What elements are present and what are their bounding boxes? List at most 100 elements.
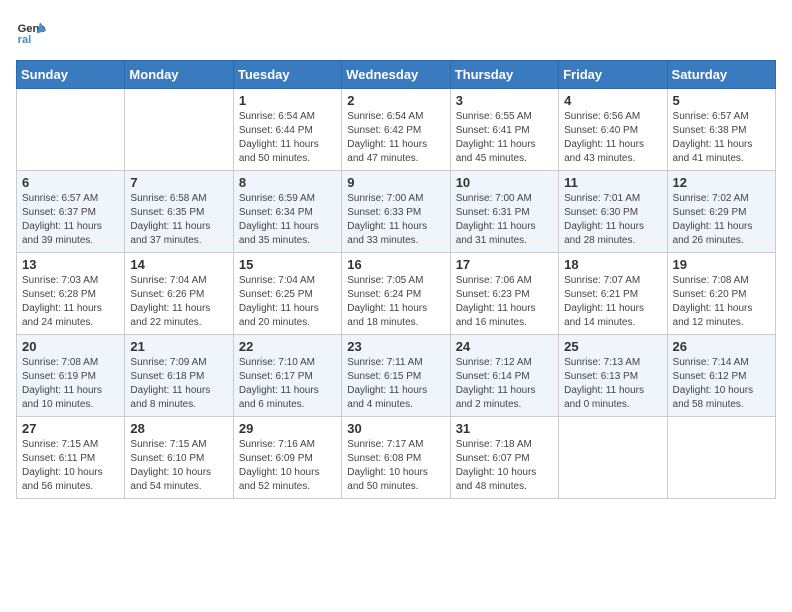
calendar-cell: 6 Sunrise: 6:57 AM Sunset: 6:37 PM Daylig… (17, 171, 125, 253)
weekday-header-tuesday: Tuesday (233, 61, 341, 89)
svg-text:ral: ral (18, 34, 32, 46)
day-info: Sunrise: 7:04 AM Sunset: 6:25 PM Dayligh… (239, 274, 336, 330)
day-info: Sunrise: 6:59 AM Sunset: 6:34 PM Dayligh… (239, 192, 336, 248)
day-info: Sunrise: 7:11 AM Sunset: 6:15 PM Dayligh… (347, 356, 444, 412)
day-number: 31 (456, 421, 553, 436)
day-info: Sunrise: 7:07 AM Sunset: 6:21 PM Dayligh… (564, 274, 661, 330)
day-info: Sunrise: 6:57 AM Sunset: 6:37 PM Dayligh… (22, 192, 119, 248)
day-info: Sunrise: 7:12 AM Sunset: 6:14 PM Dayligh… (456, 356, 553, 412)
calendar-cell: 20Sunrise: 7:08 AM Sunset: 6:19 PM Dayli… (17, 335, 125, 417)
calendar-cell: 27 Sunrise: 7:15 AM Sunset: 6:11 PM Dayli… (17, 417, 125, 499)
day-number: 25 (564, 339, 661, 354)
calendar-week-row: 1 Sunrise: 6:54 AM Sunset: 6:44 PM Daylig… (17, 89, 776, 171)
day-number: 12 (673, 175, 770, 190)
day-number: 9 (347, 175, 444, 190)
day-number: 3 (456, 93, 553, 108)
calendar-week-row: 20Sunrise: 7:08 AM Sunset: 6:19 PM Dayli… (17, 335, 776, 417)
calendar-cell: 10 Sunrise: 7:00 AM Sunset: 6:31 PM Dayli… (450, 171, 558, 253)
calendar-cell: 15 Sunrise: 7:04 AM Sunset: 6:25 PM Dayli… (233, 253, 341, 335)
calendar-cell: 8 Sunrise: 6:59 AM Sunset: 6:34 PM Daylig… (233, 171, 341, 253)
day-number: 6 (22, 175, 119, 190)
calendar-cell: 26 Sunrise: 7:14 AM Sunset: 6:12 PM Dayli… (667, 335, 775, 417)
calendar-cell: 18Sunrise: 7:07 AM Sunset: 6:21 PM Dayli… (559, 253, 667, 335)
calendar-cell: 12 Sunrise: 7:02 AM Sunset: 6:29 PM Dayli… (667, 171, 775, 253)
day-info: Sunrise: 7:10 AM Sunset: 6:17 PM Dayligh… (239, 356, 336, 412)
calendar-cell: 21 Sunrise: 7:09 AM Sunset: 6:18 PM Dayli… (125, 335, 233, 417)
weekday-header-thursday: Thursday (450, 61, 558, 89)
calendar-week-row: 13Sunrise: 7:03 AM Sunset: 6:28 PM Dayli… (17, 253, 776, 335)
day-info: Sunrise: 6:57 AM Sunset: 6:38 PM Dayligh… (673, 110, 770, 166)
day-info: Sunrise: 7:14 AM Sunset: 6:12 PM Dayligh… (673, 356, 770, 412)
logo-icon: Gene ral (16, 16, 48, 48)
day-number: 11 (564, 175, 661, 190)
day-info: Sunrise: 7:00 AM Sunset: 6:31 PM Dayligh… (456, 192, 553, 248)
day-info: Sunrise: 7:15 AM Sunset: 6:10 PM Dayligh… (130, 438, 227, 494)
day-info: Sunrise: 6:54 AM Sunset: 6:44 PM Dayligh… (239, 110, 336, 166)
day-number: 10 (456, 175, 553, 190)
page-header: Gene ral (16, 16, 776, 48)
calendar-cell: 19 Sunrise: 7:08 AM Sunset: 6:20 PM Dayli… (667, 253, 775, 335)
calendar-cell: 16Sunrise: 7:05 AM Sunset: 6:24 PM Dayli… (342, 253, 450, 335)
day-info: Sunrise: 6:58 AM Sunset: 6:35 PM Dayligh… (130, 192, 227, 248)
day-number: 20 (22, 339, 119, 354)
day-info: Sunrise: 6:54 AM Sunset: 6:42 PM Dayligh… (347, 110, 444, 166)
day-number: 2 (347, 93, 444, 108)
calendar-cell: 2 Sunrise: 6:54 AM Sunset: 6:42 PM Daylig… (342, 89, 450, 171)
day-info: Sunrise: 7:02 AM Sunset: 6:29 PM Dayligh… (673, 192, 770, 248)
day-number: 16 (347, 257, 444, 272)
calendar-cell: 30 Sunrise: 7:17 AM Sunset: 6:08 PM Dayli… (342, 417, 450, 499)
day-info: Sunrise: 7:18 AM Sunset: 6:07 PM Dayligh… (456, 438, 553, 494)
day-number: 26 (673, 339, 770, 354)
calendar-cell: 29 Sunrise: 7:16 AM Sunset: 6:09 PM Dayli… (233, 417, 341, 499)
calendar-cell: 23 Sunrise: 7:11 AM Sunset: 6:15 PM Dayli… (342, 335, 450, 417)
calendar-header-row: SundayMondayTuesdayWednesdayThursdayFrid… (17, 61, 776, 89)
day-number: 30 (347, 421, 444, 436)
calendar-cell: 14 Sunrise: 7:04 AM Sunset: 6:26 PM Dayli… (125, 253, 233, 335)
day-info: Sunrise: 7:04 AM Sunset: 6:26 PM Dayligh… (130, 274, 227, 330)
day-number: 21 (130, 339, 227, 354)
day-info: Sunrise: 7:15 AM Sunset: 6:11 PM Dayligh… (22, 438, 119, 494)
weekday-header-wednesday: Wednesday (342, 61, 450, 89)
day-number: 4 (564, 93, 661, 108)
day-number: 23 (347, 339, 444, 354)
day-number: 27 (22, 421, 119, 436)
day-number: 5 (673, 93, 770, 108)
day-number: 14 (130, 257, 227, 272)
day-info: Sunrise: 7:09 AM Sunset: 6:18 PM Dayligh… (130, 356, 227, 412)
day-info: Sunrise: 6:55 AM Sunset: 6:41 PM Dayligh… (456, 110, 553, 166)
day-info: Sunrise: 7:08 AM Sunset: 6:20 PM Dayligh… (673, 274, 770, 330)
calendar-cell: 22 Sunrise: 7:10 AM Sunset: 6:17 PM Dayli… (233, 335, 341, 417)
day-info: Sunrise: 6:56 AM Sunset: 6:40 PM Dayligh… (564, 110, 661, 166)
day-number: 13 (22, 257, 119, 272)
calendar-cell (17, 89, 125, 171)
day-info: Sunrise: 7:17 AM Sunset: 6:08 PM Dayligh… (347, 438, 444, 494)
weekday-header-saturday: Saturday (667, 61, 775, 89)
calendar-cell (125, 89, 233, 171)
day-number: 1 (239, 93, 336, 108)
day-info: Sunrise: 7:16 AM Sunset: 6:09 PM Dayligh… (239, 438, 336, 494)
weekday-header-sunday: Sunday (17, 61, 125, 89)
calendar-cell: 4 Sunrise: 6:56 AM Sunset: 6:40 PM Daylig… (559, 89, 667, 171)
day-number: 17 (456, 257, 553, 272)
day-number: 29 (239, 421, 336, 436)
day-info: Sunrise: 7:00 AM Sunset: 6:33 PM Dayligh… (347, 192, 444, 248)
day-info: Sunrise: 7:06 AM Sunset: 6:23 PM Dayligh… (456, 274, 553, 330)
day-number: 19 (673, 257, 770, 272)
day-number: 8 (239, 175, 336, 190)
calendar-cell: 17 Sunrise: 7:06 AM Sunset: 6:23 PM Dayli… (450, 253, 558, 335)
calendar-cell (667, 417, 775, 499)
weekday-header-friday: Friday (559, 61, 667, 89)
calendar-table: SundayMondayTuesdayWednesdayThursdayFrid… (16, 60, 776, 499)
calendar-week-row: 6 Sunrise: 6:57 AM Sunset: 6:37 PM Daylig… (17, 171, 776, 253)
calendar-cell: 9 Sunrise: 7:00 AM Sunset: 6:33 PM Daylig… (342, 171, 450, 253)
day-info: Sunrise: 7:13 AM Sunset: 6:13 PM Dayligh… (564, 356, 661, 412)
calendar-week-row: 27 Sunrise: 7:15 AM Sunset: 6:11 PM Dayli… (17, 417, 776, 499)
calendar-cell (559, 417, 667, 499)
calendar-cell: 24Sunrise: 7:12 AM Sunset: 6:14 PM Dayli… (450, 335, 558, 417)
calendar-cell: 25 Sunrise: 7:13 AM Sunset: 6:13 PM Dayli… (559, 335, 667, 417)
calendar-cell: 5 Sunrise: 6:57 AM Sunset: 6:38 PM Daylig… (667, 89, 775, 171)
calendar-cell: 11Sunrise: 7:01 AM Sunset: 6:30 PM Dayli… (559, 171, 667, 253)
day-number: 22 (239, 339, 336, 354)
day-number: 15 (239, 257, 336, 272)
calendar-cell: 28Sunrise: 7:15 AM Sunset: 6:10 PM Dayli… (125, 417, 233, 499)
